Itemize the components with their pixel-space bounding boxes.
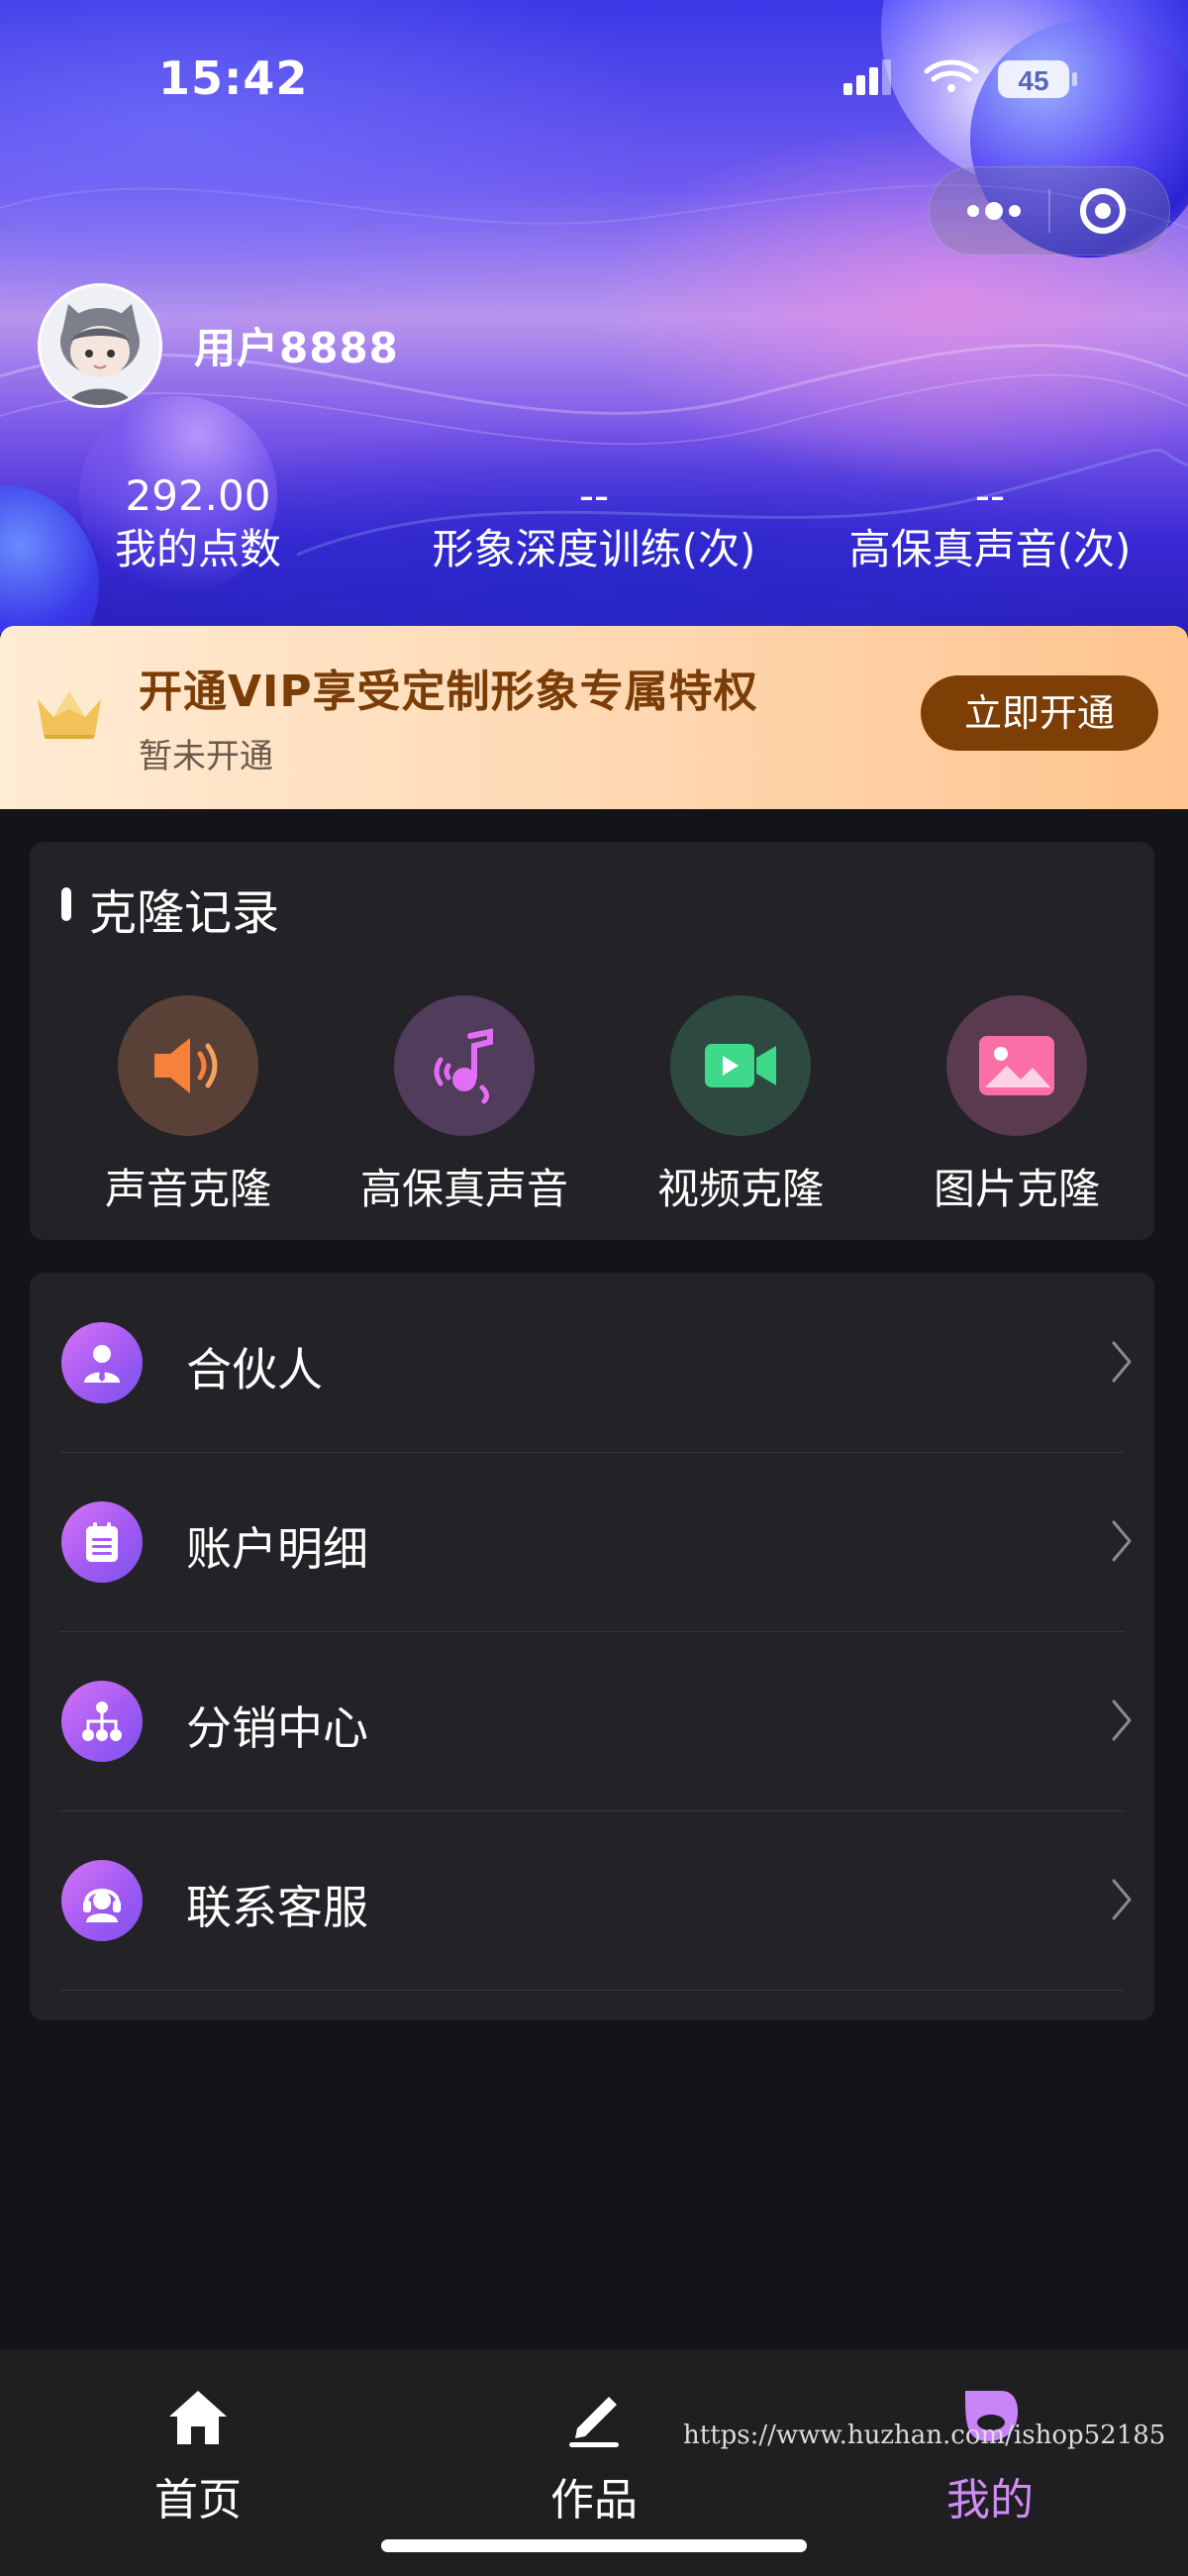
tab-home[interactable]: 首页 <box>99 2383 297 2527</box>
menu-item-account-details[interactable]: 账户明细 <box>59 1452 1132 1632</box>
vip-banner: 开通VIP享受定制形象专属特权 暂未开通 立即开通 <box>0 626 1188 809</box>
clone-item-label: 视频克隆 <box>656 1165 824 1213</box>
stat-label: 我的点数 <box>114 525 281 573</box>
mini-program-capsule <box>929 166 1170 256</box>
watermark: https://www.huzhan.com/ishop52185 <box>683 2421 1166 2450</box>
tab-mine[interactable]: 我的 <box>891 2383 1089 2527</box>
menu-item-partner[interactable]: 合伙人 <box>59 1273 1132 1453</box>
clone-item-video[interactable]: 视频克隆 <box>632 995 849 1216</box>
stat-value: -- <box>578 471 610 520</box>
menu-icon-circle <box>61 1860 143 1941</box>
clone-item-image[interactable]: 图片克隆 <box>908 995 1126 1216</box>
chevron-right-icon <box>1112 1700 1132 1741</box>
home-icon <box>169 2391 227 2444</box>
clone-records-card: 克隆记录 声音克隆 高保真声音 视频克隆 图片克隆 <box>30 842 1154 1240</box>
chevron-right-icon <box>1112 1879 1132 1920</box>
menu-icon-circle <box>61 1501 143 1583</box>
stat-value: 292.00 <box>125 471 271 520</box>
section-title-bar <box>61 887 71 921</box>
crown-icon <box>38 691 101 739</box>
clipboard-icon <box>86 1522 118 1562</box>
clone-icon-circle <box>670 995 811 1136</box>
home-indicator <box>381 2539 807 2552</box>
menu-icon-circle <box>61 1322 143 1403</box>
close-target-icon[interactable] <box>1068 185 1138 237</box>
vip-status: 暂未开通 <box>139 737 273 776</box>
capsule-divider <box>1048 189 1050 233</box>
cartoon-avatar-icon <box>41 286 159 405</box>
tab-works[interactable]: 作品 <box>495 2383 693 2527</box>
username: 用户8888 <box>194 324 399 372</box>
speaker-icon <box>154 1038 218 1093</box>
cellular-icon <box>843 59 891 95</box>
menu-item-distribution-center[interactable]: 分销中心 <box>59 1631 1132 1811</box>
stat-value: -- <box>974 471 1006 520</box>
stat-avatar-training[interactable]: -- 形象深度训练(次) <box>396 471 792 576</box>
menu-item-label: 分销中心 <box>186 1701 368 1755</box>
menu-card: 合伙人 账户明细 分销中心 联系客服 <box>30 1273 1154 2020</box>
music-note-icon <box>434 1028 493 1104</box>
clone-records-title: 克隆记录 <box>89 885 280 941</box>
partner-icon <box>84 1345 120 1383</box>
video-camera-icon <box>705 1044 776 1087</box>
clone-item-label: 声音克隆 <box>104 1165 271 1213</box>
stat-label: 高保真声音(次) <box>848 525 1132 573</box>
vip-title: 开通VIP享受定制形象专属特权 <box>139 667 758 717</box>
profile-page: 15:42 45 用户8888 292.00 我的点数 -- 形象深度训练(次)… <box>0 0 1188 2576</box>
status-time: 15:42 <box>158 52 309 105</box>
menu-item-label: 联系客服 <box>186 1881 368 1934</box>
open-vip-button[interactable]: 立即开通 <box>921 675 1158 751</box>
menu-item-label: 合伙人 <box>186 1343 323 1396</box>
headset-icon <box>83 1889 121 1922</box>
status-icons: 45 <box>843 59 1077 98</box>
battery-icon: 45 <box>998 60 1077 98</box>
menu-item-label: 账户明细 <box>186 1522 368 1576</box>
wifi-icon <box>924 59 979 92</box>
clone-icon-circle <box>946 995 1087 1136</box>
hierarchy-icon <box>82 1701 122 1741</box>
avatar[interactable] <box>38 283 162 408</box>
tab-icon-wrap <box>559 2383 629 2452</box>
clone-item-hifi-voice[interactable]: 高保真声音 <box>355 995 573 1216</box>
clone-item-label: 高保真声音 <box>359 1165 568 1213</box>
menu-item-customer-service[interactable]: 联系客服 <box>59 1810 1132 1991</box>
clone-icon-circle <box>394 995 535 1136</box>
pencil-icon <box>569 2397 619 2447</box>
tab-label: 首页 <box>154 2475 242 2525</box>
tab-label: 我的 <box>946 2475 1034 2525</box>
chevron-right-icon <box>1112 1520 1132 1562</box>
battery-level: 45 <box>1018 65 1048 96</box>
picture-icon <box>979 1036 1054 1095</box>
clone-item-voice[interactable]: 声音克隆 <box>79 995 297 1216</box>
profile-header: 15:42 45 用户8888 292.00 我的点数 -- 形象深度训练(次)… <box>0 0 1188 634</box>
stat-points[interactable]: 292.00 我的点数 <box>59 471 337 576</box>
clone-icon-circle <box>118 995 258 1136</box>
tab-label: 作品 <box>550 2475 638 2525</box>
stat-label: 形象深度训练(次) <box>432 525 756 573</box>
stat-hifi-voice[interactable]: -- 高保真声音(次) <box>812 471 1168 576</box>
menu-icon-circle <box>61 1681 143 1762</box>
clone-item-label: 图片克隆 <box>933 1165 1100 1213</box>
more-dots-icon[interactable] <box>959 189 1029 233</box>
tab-icon-wrap <box>163 2383 233 2452</box>
chevron-right-icon <box>1112 1341 1132 1383</box>
